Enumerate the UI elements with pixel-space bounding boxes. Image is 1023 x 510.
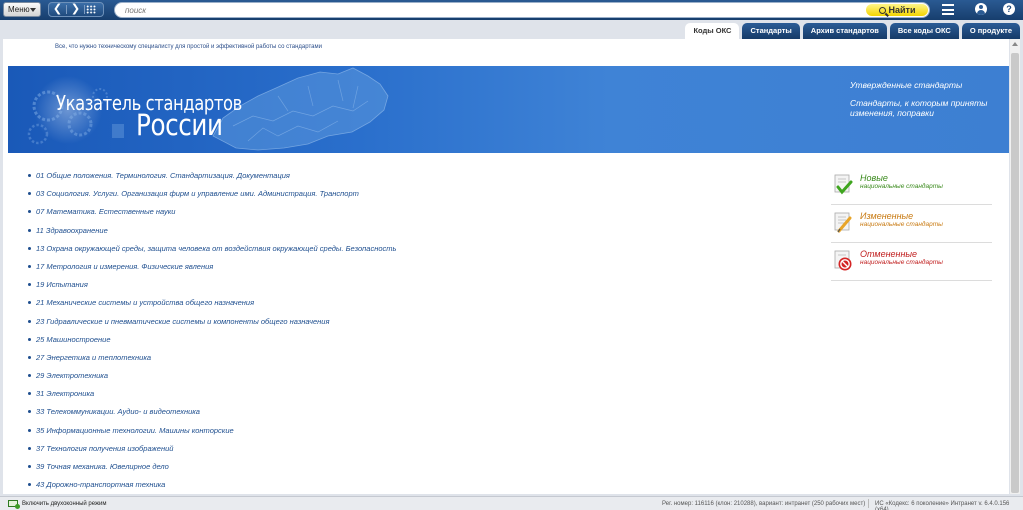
top-toolbar: Меню ❮ ❯ Найти ? [0,0,1023,20]
oks-list-item[interactable]: 29 Электротехника [28,371,396,389]
changed-standards-title: Измененные [860,211,914,221]
status-bar: Включить двухоконный режим Рег. номер: 1… [0,496,1023,510]
user-profile-icon[interactable] [975,3,987,15]
cancelled-standards-title: Отмененные [860,249,918,259]
help-icon[interactable]: ? [1003,3,1015,15]
oks-list-item[interactable]: 19 Испытания [28,280,396,298]
oks-list-item[interactable]: 27 Энергетика и теплотехника [28,353,396,371]
tab-bar: Коды ОКС Стандарты Архив стандартов Все … [682,23,1020,39]
cancelled-standards-subtitle: национальные стандарты [860,259,943,266]
oks-list-item[interactable]: 31 Электроника [28,389,396,407]
oks-list-item[interactable]: 43 Дорожно-транспортная техника [28,480,396,494]
cancel-document-icon [834,250,852,271]
oks-list-item[interactable]: 03 Социология. Услуги. Организация фирм … [28,189,396,207]
changed-standards-subtitle: национальные стандарты [860,221,943,228]
banner-title-line2: России [136,108,223,142]
new-standards-subtitle: национальные стандарты [860,183,943,190]
tab-about-product[interactable]: О продукте [961,23,1020,39]
oks-list-item[interactable]: 37 Технология получения изображений [28,444,396,462]
find-button-label: Найти [888,5,916,15]
forward-arrow-icon[interactable]: ❯ [67,3,84,16]
oks-list-item[interactable]: 33 Телекоммуникации. Аудио- и видеотехни… [28,407,396,425]
dual-window-icon[interactable] [8,500,20,509]
search-input[interactable] [125,6,825,15]
amended-standards-link[interactable]: Стандарты, к которым приняты изменения, … [850,98,1000,118]
tab-standards[interactable]: Стандарты [742,23,800,39]
navigation-group: ❮ ❯ [48,2,104,17]
oks-list-item[interactable]: 35 Информационные технологии. Машины кон… [28,426,396,444]
pencil-document-icon [834,212,852,233]
dual-window-mode-link[interactable]: Включить двухоконный режим [22,501,107,507]
oks-list-item[interactable]: 25 Машиностроение [28,335,396,353]
tab-standards-archive[interactable]: Архив стандартов [802,23,887,39]
oks-list-item[interactable]: 17 Метрология и измерения. Физические яв… [28,262,396,280]
oks-list-item[interactable]: 13 Охрана окружающей среды, защита челов… [28,244,396,262]
nav-divider [84,5,85,14]
scrollbar-thumb[interactable] [1011,53,1019,493]
approved-standards-link[interactable]: Утвержденные стандарты [850,80,962,90]
cancelled-standards-link[interactable]: Отмененные национальные стандарты [831,243,992,281]
new-standards-title: Новые [860,173,888,183]
oks-list-item[interactable]: 01 Общие положения. Терминология. Станда… [28,171,396,189]
scroll-up-arrow-icon[interactable] [1012,42,1018,46]
chevron-down-icon [30,8,36,12]
changed-standards-link[interactable]: Измененные национальные стандарты [831,205,992,243]
status-divider [868,499,869,508]
find-button[interactable]: Найти [866,4,928,16]
oks-list-item[interactable]: 11 Здравоохранение [28,226,396,244]
check-document-icon [834,174,853,195]
main-content: Все, что нужно техническому специалисту … [3,39,1009,494]
hamburger-menu-icon[interactable] [942,4,954,15]
search-box: Найти [114,2,930,18]
back-arrow-icon[interactable]: ❮ [49,3,66,16]
registration-info: Рег. номер: 116116 (клон: 210288), вариа… [662,501,866,507]
oks-list-item[interactable]: 23 Гидравлические и пневматические систе… [28,317,396,335]
oks-list-item[interactable]: 39 Точная механика. Ювелирное дело [28,462,396,480]
oks-list-item[interactable]: 21 Механические системы и устройства общ… [28,298,396,316]
search-icon [878,7,886,14]
tab-oks-codes[interactable]: Коды ОКС [685,23,740,39]
oks-code-list: 01 Общие положения. Терминология. Станда… [28,171,396,494]
menu-button-label: Меню [8,5,30,14]
tab-all-oks-codes[interactable]: Все коды ОКС [889,23,959,39]
version-info: ИС «Кодекс: 6 поколение» Интранет v. 6.4… [875,501,1010,510]
header-banner: Указатель стандартов России Утвержденные… [8,66,1009,153]
new-standards-link[interactable]: Новые национальные стандарты [831,167,992,205]
menu-button[interactable]: Меню [3,2,41,17]
tagline: Все, что нужно техническому специалисту … [55,44,322,50]
oks-list-item[interactable]: 07 Математика. Естественные науки [28,207,396,225]
apps-grid-icon[interactable] [86,5,96,14]
vertical-scrollbar[interactable] [1010,39,1020,494]
standards-status-panel: Новые национальные стандарты Измененные … [831,167,992,281]
